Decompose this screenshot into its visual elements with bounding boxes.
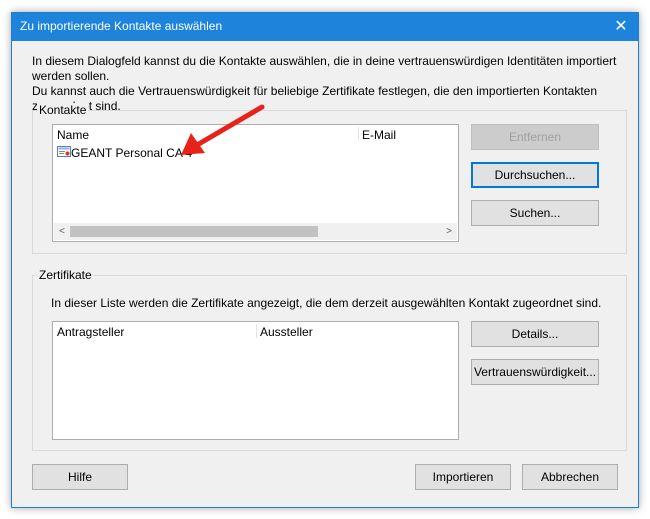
dialog-window: Zu importierende Kontakte auswählen ✕ In… bbox=[11, 12, 639, 508]
dialog-description: In diesem Dialogfeld kannst du die Konta… bbox=[32, 54, 627, 114]
column-header-email[interactable]: E-Mail bbox=[362, 128, 396, 142]
window-title: Zu importierende Kontakte auswählen bbox=[20, 19, 223, 33]
details-button[interactable]: Details... bbox=[471, 321, 599, 347]
certificates-group-label: Zertifikate bbox=[37, 268, 94, 282]
search-button[interactable]: Suchen... bbox=[471, 200, 599, 226]
import-button[interactable]: Importieren bbox=[415, 464, 511, 490]
column-separator[interactable] bbox=[358, 127, 359, 141]
browse-button[interactable]: Durchsuchen... bbox=[471, 162, 599, 188]
horizontal-scrollbar[interactable]: < > bbox=[54, 223, 457, 240]
certificate-icon bbox=[57, 146, 71, 157]
contacts-group: Kontakte Name E-Mail GEANT Personal CA 4… bbox=[32, 103, 627, 254]
description-line-1: In diesem Dialogfeld kannst du die Konta… bbox=[32, 54, 617, 83]
column-header-subject[interactable]: Antragsteller bbox=[57, 325, 124, 339]
certificates-group: Zertifikate In dieser Liste werden die Z… bbox=[32, 268, 627, 451]
scrollbar-thumb[interactable] bbox=[70, 226, 318, 237]
scroll-left-icon[interactable]: < bbox=[54, 224, 70, 239]
scroll-right-icon[interactable]: > bbox=[441, 224, 457, 239]
column-separator[interactable] bbox=[256, 324, 257, 338]
help-button[interactable]: Hilfe bbox=[32, 464, 128, 490]
contact-name: GEANT Personal CA 4 bbox=[71, 146, 193, 160]
remove-button[interactable]: Entfernen bbox=[471, 124, 599, 150]
certificates-list[interactable]: Antragsteller Aussteller bbox=[52, 321, 459, 440]
annotation-arrow bbox=[181, 104, 265, 155]
cancel-button[interactable]: Abbrechen bbox=[522, 464, 618, 490]
column-header-name[interactable]: Name bbox=[57, 128, 89, 142]
title-bar[interactable]: Zu importierende Kontakte auswählen ✕ bbox=[12, 13, 638, 41]
column-header-issuer[interactable]: Aussteller bbox=[260, 325, 313, 339]
trust-button[interactable]: Vertrauenswürdigkeit... bbox=[471, 359, 599, 385]
certificates-description: In dieser Liste werden die Zertifikate a… bbox=[51, 296, 602, 310]
contacts-group-label: Kontakte bbox=[37, 103, 89, 117]
close-icon[interactable]: ✕ bbox=[604, 13, 638, 41]
